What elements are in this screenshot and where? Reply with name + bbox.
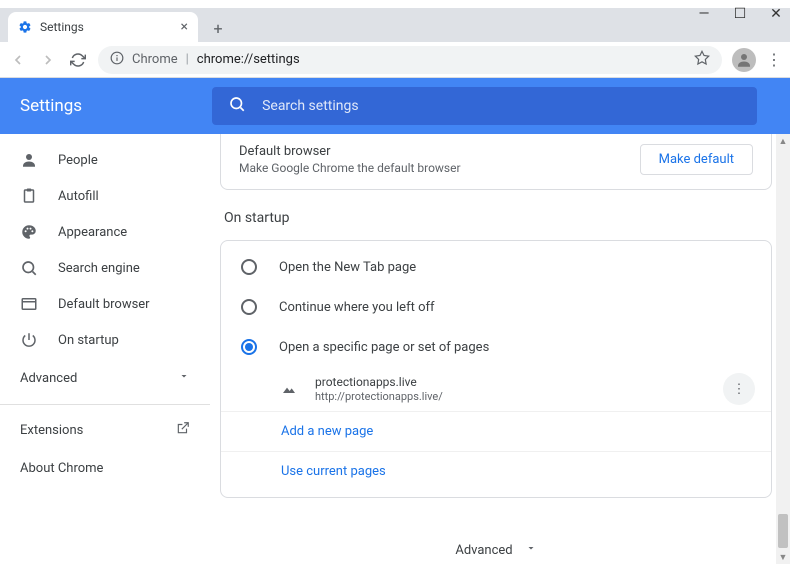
browser-icon [20, 295, 38, 313]
search-settings-input[interactable] [262, 98, 741, 114]
forward-button[interactable] [38, 50, 58, 70]
sidebar-item-people[interactable]: People [0, 142, 210, 178]
palette-icon [20, 223, 38, 241]
default-browser-card: Default browser Make Google Chrome the d… [220, 134, 772, 190]
sidebar-label: Search engine [58, 261, 140, 276]
omnibox-url: chrome://settings [197, 52, 300, 67]
sidebar-item-autofill[interactable]: Autofill [0, 178, 210, 214]
tab-title: Settings [40, 20, 173, 34]
startup-option-continue[interactable]: Continue where you left off [221, 287, 771, 327]
window-maximize-icon[interactable]: ☐ [734, 8, 746, 20]
startup-option-newtab[interactable]: Open the New Tab page [221, 247, 771, 287]
sidebar-advanced-toggle[interactable]: Advanced [0, 358, 210, 398]
sidebar-item-appearance[interactable]: Appearance [0, 214, 210, 250]
search-icon [20, 259, 38, 277]
startup-page-name: protectionapps.live [315, 375, 443, 389]
advanced-footer-toggle[interactable]: Advanced [220, 518, 772, 564]
window-close-icon[interactable]: ✕ [770, 8, 782, 20]
sidebar-label: About Chrome [20, 461, 103, 476]
favicon-icon [281, 381, 297, 397]
page-menu-button[interactable]: ⋮ [723, 373, 755, 405]
new-tab-button[interactable]: + [204, 14, 232, 42]
startup-card: Open the New Tab page Continue where you… [220, 240, 772, 498]
sidebar-item-default-browser[interactable]: Default browser [0, 286, 210, 322]
sidebar-label: Default browser [58, 297, 150, 312]
radio-icon [241, 259, 257, 275]
omnibox[interactable]: Chrome | chrome://settings [98, 46, 722, 74]
tab-settings[interactable]: Settings × [8, 12, 198, 42]
omnibox-separator: | [186, 52, 189, 67]
clipboard-icon [20, 187, 38, 205]
make-default-button[interactable]: Make default [640, 144, 753, 175]
external-link-icon [176, 421, 190, 439]
default-browser-subtitle: Make Google Chrome the default browser [239, 161, 461, 175]
sidebar-advanced-label: Advanced [20, 371, 77, 386]
divider [0, 404, 210, 405]
chevron-down-icon [178, 370, 190, 386]
sidebar-label: People [58, 153, 98, 168]
add-new-page-link[interactable]: Add a new page [221, 411, 771, 451]
radio-label: Open the New Tab page [279, 260, 416, 275]
radio-icon [241, 299, 257, 315]
scroll-up-icon[interactable]: ▲ [776, 134, 790, 148]
window-minimize-icon[interactable]: — [698, 8, 710, 20]
plus-icon: + [213, 19, 222, 38]
default-browser-title: Default browser [239, 144, 461, 159]
startup-page-row: protectionapps.live http://protectionapp… [221, 367, 771, 411]
bookmark-star-icon[interactable] [694, 50, 710, 70]
sidebar-label: Extensions [20, 423, 83, 438]
settings-header: Settings [0, 78, 790, 134]
startup-option-specific[interactable]: Open a specific page or set of pages [221, 327, 771, 367]
browser-menu-icon[interactable]: ⋮ [766, 50, 782, 69]
startup-page-url: http://protectionapps.live/ [315, 390, 443, 403]
use-current-pages-link[interactable]: Use current pages [221, 451, 771, 491]
radio-icon [241, 339, 257, 355]
omnibox-prefix: Chrome [132, 52, 178, 67]
titlebar [0, 0, 790, 8]
browser-toolbar: Chrome | chrome://settings ⋮ [0, 42, 790, 78]
profile-avatar[interactable] [732, 48, 756, 72]
sidebar-item-about[interactable]: About Chrome [0, 449, 210, 487]
scroll-thumb[interactable] [778, 514, 788, 548]
scroll-down-icon[interactable]: ▼ [776, 550, 790, 564]
sidebar-item-search-engine[interactable]: Search engine [0, 250, 210, 286]
sidebar-item-extensions[interactable]: Extensions [0, 411, 210, 449]
scrollbar[interactable]: ▲ ▼ [776, 134, 790, 564]
sidebar-label: On startup [58, 333, 119, 348]
chevron-down-icon [525, 542, 537, 558]
sidebar-label: Autofill [58, 189, 99, 204]
reload-button[interactable] [68, 50, 88, 70]
gear-icon [18, 20, 32, 34]
person-icon [20, 151, 38, 169]
power-icon [20, 331, 38, 349]
radio-label: Open a specific page or set of pages [279, 340, 489, 355]
tab-strip: Settings × + [0, 8, 790, 42]
page-title: Settings [20, 96, 82, 116]
startup-section-title: On startup [224, 210, 772, 226]
search-icon [228, 95, 246, 117]
info-icon [110, 51, 124, 68]
back-button[interactable] [8, 50, 28, 70]
sidebar-label: Appearance [58, 225, 127, 240]
settings-main: Default browser Make Google Chrome the d… [210, 134, 790, 564]
tab-close-icon[interactable]: × [181, 19, 188, 35]
radio-label: Continue where you left off [279, 300, 435, 315]
search-settings-wrap[interactable] [212, 87, 757, 125]
sidebar-item-on-startup[interactable]: On startup [0, 322, 210, 358]
sidebar: People Autofill Appearance Search engine… [0, 134, 210, 564]
advanced-footer-label: Advanced [455, 543, 512, 558]
